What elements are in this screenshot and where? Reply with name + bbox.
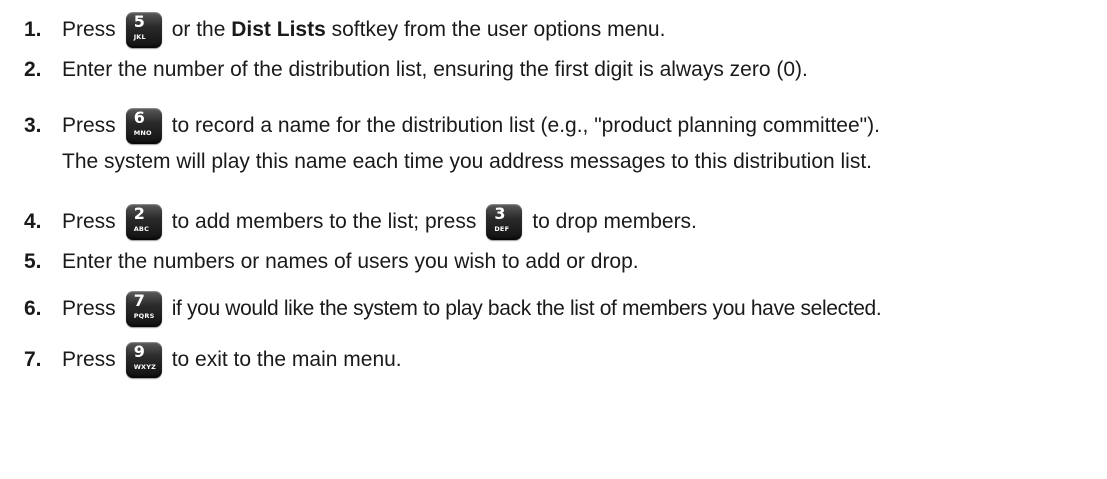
- step-number: 7.: [24, 348, 42, 371]
- keypad-key-9-icon: 9 WXYZ: [125, 342, 162, 378]
- step-text: softkey from the user options menu.: [331, 18, 666, 41]
- keypad-key-7-icon: 7 PQRS: [125, 291, 162, 327]
- step-text: Enter the numbers or names of users you …: [62, 250, 639, 273]
- keypad-key-6-icon: 6 MNO: [125, 108, 162, 144]
- step-7: 7. Press 9 WXYZ to exit to the main menu…: [0, 340, 1107, 380]
- step-4: 4. Press 2 ABC to add members to the lis…: [0, 202, 1107, 242]
- step-text: to drop members.: [532, 210, 697, 233]
- step-number: 1.: [24, 18, 42, 41]
- keypad-key-2-icon: 2 ABC: [125, 204, 162, 240]
- step-1: 1. Press 5 JKL or the Dist Lists softkey…: [0, 10, 1107, 50]
- step-press-text: Press: [62, 210, 116, 233]
- step-press-text: Press: [62, 114, 116, 137]
- step-2: 2. Enter the number of the distribution …: [0, 50, 1107, 90]
- step-3: 3. Press 6 MNO to record a name for the …: [0, 106, 1107, 178]
- step-press-text: Press: [62, 18, 116, 41]
- step-press-text: Press: [62, 348, 116, 371]
- keypad-key-5-icon: 5 JKL: [125, 12, 162, 48]
- dist-lists-softkey-label: Dist Lists: [231, 18, 326, 41]
- step-press-text: Press: [62, 297, 116, 320]
- step-continuation: The system will play this name each time…: [62, 150, 873, 173]
- step-text: Enter the number of the distribution lis…: [62, 58, 808, 81]
- step-5: 5. Enter the numbers or names of users y…: [0, 242, 1107, 282]
- step-text: to add members to the list; press: [171, 210, 477, 233]
- step-number: 5.: [24, 250, 42, 273]
- step-text: or the: [171, 18, 226, 41]
- step-text: to exit to the main menu.: [171, 348, 402, 371]
- step-number: 3.: [24, 114, 42, 137]
- step-text: if you would like the system to play bac…: [171, 297, 882, 320]
- keypad-key-3-icon: 3 DEF: [486, 204, 523, 240]
- step-number: 6.: [24, 297, 42, 320]
- step-6: 6. Press 7 PQRS if you would like the sy…: [0, 289, 1107, 329]
- step-number: 4.: [24, 210, 42, 233]
- step-text: to record a name for the distribution li…: [171, 114, 880, 137]
- step-number: 2.: [24, 58, 42, 81]
